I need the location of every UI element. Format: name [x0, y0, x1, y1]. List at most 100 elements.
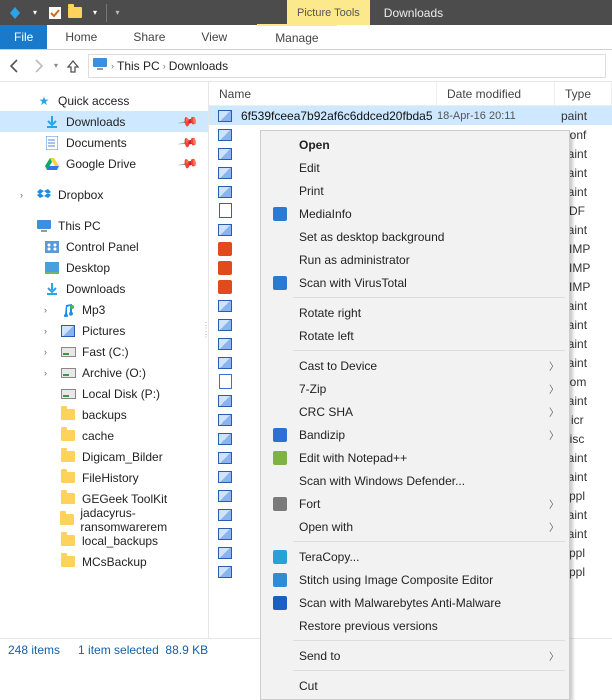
menu-item-label: MediaInfo: [299, 207, 559, 221]
recent-dropdown-icon[interactable]: ▾: [54, 61, 58, 70]
col-date[interactable]: Date modified: [437, 82, 555, 105]
tab-share[interactable]: Share: [115, 25, 183, 49]
file-icon: [217, 545, 233, 561]
qat-new-folder-icon[interactable]: [66, 4, 84, 22]
menu-separator: [293, 670, 565, 671]
qat-dropdown2-icon[interactable]: ▾: [86, 4, 104, 22]
folder-icon: [60, 470, 76, 486]
submenu-arrow-icon: 〉: [549, 404, 559, 419]
menu-item-icon: [271, 182, 289, 200]
menu-item[interactable]: Rotate right: [263, 301, 567, 324]
menu-item[interactable]: CRC SHA〉: [263, 400, 567, 423]
qat-dropdown-icon[interactable]: ▾: [26, 4, 44, 22]
sidebar-item-control-panel[interactable]: Control Panel: [0, 236, 208, 257]
qat-properties-icon[interactable]: [6, 4, 24, 22]
sidebar-quick-access[interactable]: ★Quick access: [0, 90, 208, 111]
menu-item-label: Print: [299, 184, 559, 198]
menu-item[interactable]: Scan with Windows Defender...: [263, 469, 567, 492]
menu-item[interactable]: Scan with VirusTotal: [263, 271, 567, 294]
sidebar-item-google-drive[interactable]: Google Drive📌: [0, 153, 208, 174]
ribbon-tabs: File Home Share View Manage: [0, 25, 612, 50]
sidebar-item-label: Downloads: [66, 282, 125, 296]
resize-handle[interactable]: ⋮⋮: [202, 304, 208, 356]
download-arrow-icon: [44, 281, 60, 297]
sidebar-folder-item[interactable]: FileHistory: [0, 467, 208, 488]
menu-item-label: Scan with Malwarebytes Anti-Malware: [299, 596, 559, 610]
sidebar-item-downloads[interactable]: Downloads📌: [0, 111, 208, 132]
menu-item[interactable]: 7-Zip〉: [263, 377, 567, 400]
sidebar-item-pc-downloads[interactable]: Downloads: [0, 278, 208, 299]
chevron-right-icon[interactable]: ›: [111, 61, 114, 71]
sidebar-item-drive-o[interactable]: ›Archive (O:): [0, 362, 208, 383]
sidebar-item-desktop[interactable]: Desktop: [0, 257, 208, 278]
sidebar-item-mp3[interactable]: ›Mp3: [0, 299, 208, 320]
folder-icon: [60, 554, 76, 570]
menu-item-icon: [271, 304, 289, 322]
menu-item[interactable]: Restore previous versions: [263, 614, 567, 637]
menu-item-label: TeraCopy...: [299, 550, 559, 564]
col-type[interactable]: Type: [555, 82, 612, 105]
menu-item[interactable]: Fort〉: [263, 492, 567, 515]
menu-item[interactable]: Bandizip〉: [263, 423, 567, 446]
sidebar-item-drive-c[interactable]: ›Fast (C:): [0, 341, 208, 362]
menu-item[interactable]: Scan with Malwarebytes Anti-Malware: [263, 591, 567, 614]
menu-item[interactable]: Stitch using Image Composite Editor: [263, 568, 567, 591]
sidebar-this-pc[interactable]: This PC: [0, 215, 208, 236]
sidebar-item-label: Fast (C:): [82, 345, 129, 359]
menu-item-label: Edit: [299, 161, 559, 175]
menu-item[interactable]: Open: [263, 133, 567, 156]
qat-customize-icon[interactable]: ▾: [106, 4, 124, 22]
sidebar-item-drive-p[interactable]: Local Disk (P:): [0, 383, 208, 404]
sidebar-folder-item[interactable]: cache: [0, 425, 208, 446]
menu-separator: [293, 297, 565, 298]
menu-item-icon: [271, 357, 289, 375]
menu-item-icon: [271, 571, 289, 589]
forward-button[interactable]: [30, 57, 48, 75]
window-title: Downloads: [370, 0, 457, 25]
back-button[interactable]: [6, 57, 24, 75]
menu-item[interactable]: Open with〉: [263, 515, 567, 538]
sidebar-item-label: Control Panel: [66, 240, 139, 254]
qat-check-icon[interactable]: [46, 4, 64, 22]
tab-manage[interactable]: Manage: [257, 24, 336, 49]
menu-item[interactable]: Send to〉: [263, 644, 567, 667]
menu-item[interactable]: Set as desktop background: [263, 225, 567, 248]
title-context-tabs: Picture Tools Downloads: [287, 0, 457, 25]
sidebar-item-pictures[interactable]: ›Pictures: [0, 320, 208, 341]
up-button[interactable]: [64, 57, 82, 75]
menu-item[interactable]: Run as administrator: [263, 248, 567, 271]
tab-view[interactable]: View: [183, 25, 245, 49]
chevron-right-icon[interactable]: ›: [163, 61, 166, 71]
menu-item[interactable]: Rotate left: [263, 324, 567, 347]
sidebar-item-label: Google Drive: [66, 157, 136, 171]
menu-item[interactable]: MediaInfo: [263, 202, 567, 225]
sidebar-dropbox[interactable]: ›Dropbox: [0, 184, 208, 205]
sidebar-folder-item[interactable]: MCsBackup: [0, 551, 208, 572]
sidebar-item-label: Local Disk (P:): [82, 387, 160, 401]
address-bar[interactable]: › This PC › Downloads: [88, 54, 606, 78]
menu-item-label: 7-Zip: [299, 382, 539, 396]
sidebar-item-documents[interactable]: Documents📌: [0, 132, 208, 153]
tab-home[interactable]: Home: [47, 25, 115, 49]
menu-item-icon: [271, 677, 289, 695]
sidebar-item-label: backups: [82, 408, 127, 422]
sidebar-folder-item[interactable]: Digicam_Bilder: [0, 446, 208, 467]
menu-item[interactable]: Edit with Notepad++: [263, 446, 567, 469]
menu-item[interactable]: TeraCopy...: [263, 545, 567, 568]
column-headers: Name Date modified Type: [209, 82, 612, 106]
file-row-selected[interactable]: 6f539fceea7b92af6c6ddced20fbda5 18-Apr-1…: [209, 106, 612, 125]
menu-item-icon: [271, 426, 289, 444]
sidebar-folder-item[interactable]: jadacyrus-ransomwarerem: [0, 509, 208, 530]
file-tab[interactable]: File: [0, 25, 47, 49]
breadcrumb-downloads[interactable]: Downloads: [169, 59, 228, 73]
breadcrumb-this-pc[interactable]: This PC: [117, 59, 160, 73]
menu-item[interactable]: Cut: [263, 674, 567, 697]
menu-item[interactable]: Print: [263, 179, 567, 202]
col-name[interactable]: Name: [209, 82, 437, 105]
menu-item[interactable]: Edit: [263, 156, 567, 179]
menu-item-label: Open: [299, 138, 559, 152]
menu-item[interactable]: Cast to Device〉: [263, 354, 567, 377]
file-icon: [217, 526, 233, 542]
dropbox-icon: [36, 187, 52, 203]
sidebar-folder-item[interactable]: backups: [0, 404, 208, 425]
